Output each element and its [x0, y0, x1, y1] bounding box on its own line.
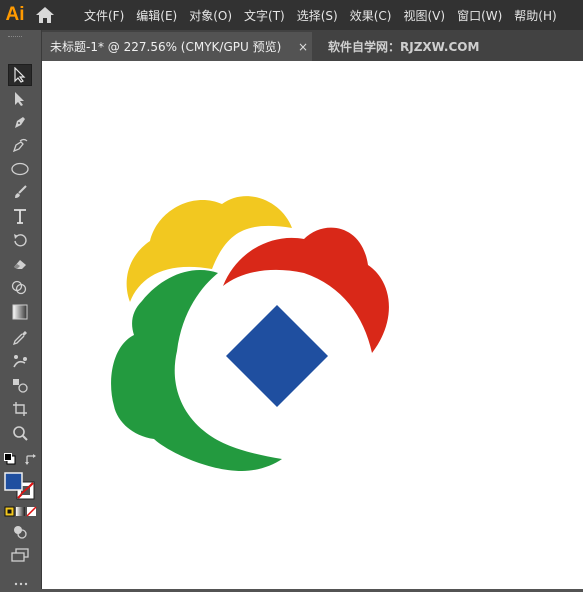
close-icon[interactable]: × [298, 40, 308, 54]
curvature-tool-icon[interactable] [8, 134, 32, 156]
fill-stroke-swatches[interactable] [4, 472, 38, 502]
puppet-warp-tool-icon[interactable] [8, 350, 32, 372]
eraser-tool-icon[interactable] [8, 253, 32, 275]
artboard-canvas[interactable] [42, 61, 583, 589]
tab-website-label: 软件自学网：RJZXW.COM [328, 40, 480, 54]
paintbrush-tool-icon[interactable] [8, 181, 32, 203]
menu-file[interactable]: 文件(F) [78, 7, 130, 24]
tab-document-active[interactable]: 未标题-1* @ 227.56% (CMYK/GPU 预览) × [42, 32, 312, 61]
tools-panel [0, 30, 42, 589]
menu-list: 文件(F) 编辑(E) 对象(O) 文字(T) 选择(S) 效果(C) 视图(V… [78, 7, 563, 24]
direct-selection-tool-icon[interactable] [8, 88, 32, 110]
menu-bar: Ai 文件(F) 编辑(E) 对象(O) 文字(T) 选择(S) 效果(C) 视… [0, 0, 583, 30]
artboard-tool-icon[interactable] [8, 398, 32, 420]
eyedropper-tool-icon[interactable] [8, 326, 32, 348]
color-mode-buttons[interactable] [4, 506, 38, 518]
document-tab-bar: 未标题-1* @ 227.56% (CMYK/GPU 预览) × 软件自学网：R… [42, 30, 583, 61]
app-logo: Ai [5, 4, 25, 25]
symbol-sprayer-tool-icon[interactable] [8, 374, 32, 396]
ellipse-tool-icon[interactable] [8, 158, 32, 180]
selection-tool-icon[interactable] [8, 64, 32, 86]
panel-grip-icon[interactable] [8, 36, 22, 39]
home-icon[interactable] [30, 0, 60, 30]
menu-edit[interactable]: 编辑(E) [130, 7, 183, 24]
menu-help[interactable]: 帮助(H) [508, 7, 562, 24]
menu-type[interactable]: 文字(T) [238, 7, 291, 24]
gradient-tool-icon[interactable] [8, 301, 32, 323]
pen-tool-icon[interactable] [8, 111, 32, 133]
menu-view[interactable]: 视图(V) [397, 7, 451, 24]
default-colors-icon[interactable] [4, 453, 16, 465]
menu-select[interactable]: 选择(S) [291, 7, 344, 24]
rotate-tool-icon[interactable] [8, 229, 32, 251]
tab-document-label: 未标题-1* @ 227.56% (CMYK/GPU 预览) [50, 40, 282, 54]
zoom-tool-icon[interactable] [8, 422, 32, 444]
swap-colors-icon[interactable] [24, 453, 38, 467]
screen-mode-icon[interactable] [10, 548, 30, 562]
more-tools-icon[interactable] [14, 576, 28, 586]
menu-effect[interactable]: 效果(C) [344, 7, 398, 24]
menu-object[interactable]: 对象(O) [183, 7, 238, 24]
type-tool-icon[interactable] [8, 205, 32, 227]
tab-website[interactable]: 软件自学网：RJZXW.COM [320, 32, 479, 61]
logo-artwork [111, 196, 389, 471]
menu-window[interactable]: 窗口(W) [451, 7, 508, 24]
shape-builder-tool-icon[interactable] [8, 277, 32, 299]
draw-mode-icon[interactable] [12, 524, 28, 540]
blue-diamond-shape [226, 305, 328, 407]
